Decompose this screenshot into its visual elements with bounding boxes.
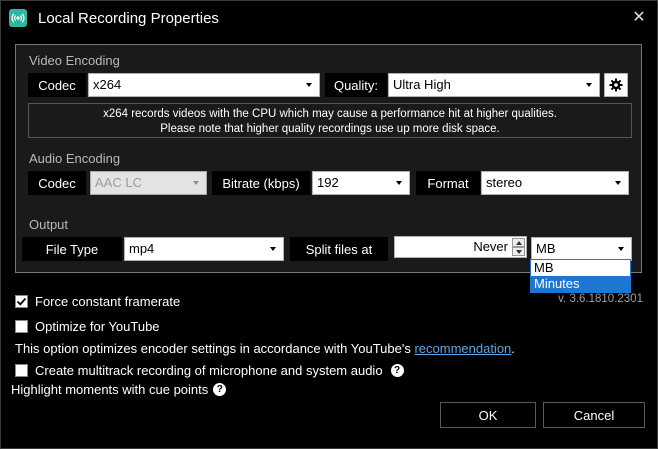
chevron-down-icon [394,172,404,194]
checkbox-checked[interactable] [15,295,28,308]
encoding-group: Video Encoding Codec x264 Quality: Ultra… [15,44,642,273]
multitrack-checkbox[interactable]: Create multitrack recording of microphon… [15,363,404,378]
video-codec-label: Codec [28,73,86,97]
audio-codec-value: AAC LC [95,175,142,190]
help-icon[interactable]: ? [390,364,404,377]
audio-codec-select: AAC LC [90,171,207,195]
quality-select[interactable]: Ultra High [388,73,600,97]
cue-points-row: Highlight moments with cue points ? [11,382,227,397]
format-value: stereo [486,175,523,190]
force-cfr-checkbox[interactable]: Force constant framerate [15,294,180,309]
output-heading: Output [29,217,69,232]
dropdown-option-mb[interactable]: MB [531,260,630,276]
chevron-down-icon [616,238,626,260]
video-codec-select[interactable]: x264 [88,73,320,97]
youtube-description-text: This option optimizes encoder settings i… [15,341,415,356]
force-cfr-label: Force constant framerate [35,294,181,309]
bitrate-label: Bitrate (kbps) [212,171,310,195]
chevron-down-icon [613,172,623,194]
split-value-spinbox[interactable]: Never [394,236,527,258]
audio-codec-label: Codec [28,171,86,195]
split-value: Never [473,239,508,254]
chevron-down-icon [304,74,314,96]
window-title: Local Recording Properties [38,10,219,27]
file-type-label: File Type [22,237,122,261]
multitrack-label: Create multitrack recording of microphon… [35,363,383,378]
cancel-button[interactable]: Cancel [543,402,645,428]
chevron-down-icon [268,238,278,260]
split-files-label: Split files at [290,237,388,261]
help-icon[interactable]: ? [213,383,227,396]
encoder-info-line-2: Please note that higher quality recordin… [160,123,500,135]
optimize-youtube-label: Optimize for YouTube [35,319,160,334]
cue-points-label: Highlight moments with cue points [11,382,209,397]
quality-settings-button[interactable] [604,73,628,97]
chevron-down-icon [191,172,201,194]
dropdown-option-minutes[interactable]: Minutes [531,276,630,292]
file-type-select[interactable]: mp4 [124,237,284,261]
checkmark-icon [16,297,27,306]
increment-button[interactable] [512,238,525,247]
quality-label: Quality: [325,73,387,97]
format-select[interactable]: stereo [481,171,629,195]
optimize-youtube-checkbox[interactable]: Optimize for YouTube [15,319,160,334]
quality-value: Ultra High [393,77,451,92]
title-bar[interactable]: Local Recording Properties ✕ [1,1,657,35]
bitrate-value: 192 [317,175,339,190]
checkbox-unchecked[interactable] [15,364,28,377]
encoder-info-box: x264 records videos with the CPU which m… [28,103,632,138]
checkbox-unchecked[interactable] [15,320,28,333]
chevron-down-icon [584,74,594,96]
recording-properties-dialog: Local Recording Properties ✕ Video Encod… [0,0,658,449]
audio-encoding-heading: Audio Encoding [29,151,121,166]
close-button[interactable]: ✕ [629,8,649,28]
decrement-button[interactable] [512,247,525,256]
video-encoding-heading: Video Encoding [29,53,120,68]
version-label: v. 3.6.1810.2301 [558,293,643,305]
split-unit-select[interactable]: MB [531,237,632,261]
file-type-value: mp4 [129,241,155,256]
broadcast-icon [9,9,27,27]
youtube-description-period: . [511,341,515,356]
video-codec-value: x264 [93,77,122,92]
split-unit-value: MB [536,241,556,256]
recommendation-link[interactable]: recommendation [414,341,511,356]
gear-icon [609,78,623,92]
encoder-info-line-1: x264 records videos with the CPU which m… [103,108,557,120]
bitrate-select[interactable]: 192 [312,171,410,195]
youtube-description: This option optimizes encoder settings i… [15,341,515,356]
format-label: Format [416,171,480,195]
ok-button[interactable]: OK [440,402,536,428]
split-unit-dropdown: MB Minutes [530,259,631,293]
